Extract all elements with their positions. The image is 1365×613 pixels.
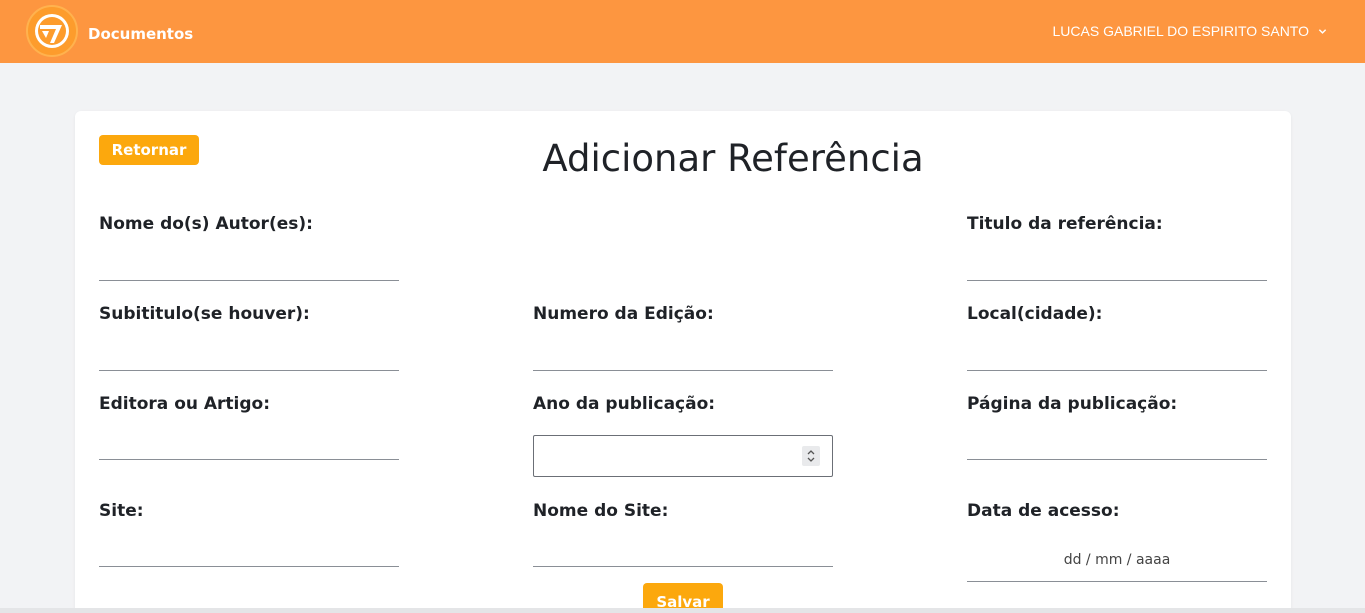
site-input[interactable] [99,533,399,567]
city-label: Local(cidade): [967,304,1103,324]
form-card: Retornar Adicionar Referência Nome do(s)… [75,111,1291,613]
authors-input[interactable] [99,247,399,281]
site-name-label: Nome do Site: [533,501,669,521]
authors-label: Nome do(s) Autor(es): [99,214,313,234]
stepper-arrows-icon [807,450,815,462]
bottom-divider [0,608,1365,613]
site-name-input[interactable] [533,533,833,567]
year-stepper[interactable] [802,446,820,466]
city-input[interactable] [967,337,1267,371]
reference-title-input[interactable] [967,247,1267,281]
page-label: Página da publicação: [967,394,1178,414]
page-title: Adicionar Referência [542,137,924,180]
access-date-label: Data de acesso: [967,501,1120,521]
app-title[interactable]: Documentos [88,25,193,43]
reference-title-label: Titulo da referência: [967,214,1163,234]
user-menu-dropdown[interactable]: LUCAS GABRIEL DO ESPIRITO SANTO [1053,22,1327,40]
subtitle-input[interactable] [99,337,399,371]
edition-label: Numero da Edição: [533,304,714,324]
top-navbar: Documentos LUCAS GABRIEL DO ESPIRITO SAN… [0,0,1365,63]
publisher-label: Editora ou Artigo: [99,394,271,414]
publisher-input[interactable] [99,426,399,460]
subtitle-label: Subititulo(se houver): [99,304,310,324]
year-number-input[interactable] [533,435,833,477]
logo-emblem-icon [35,14,69,48]
user-name: LUCAS GABRIEL DO ESPIRITO SANTO [1052,23,1309,39]
site-label: Site: [99,501,144,521]
edition-input[interactable] [533,337,833,371]
year-label: Ano da publicação: [533,394,716,414]
date-placeholder: dd / mm / aaaa [1063,552,1171,568]
page-input[interactable] [967,426,1267,460]
chevron-down-icon [1318,28,1327,34]
app-logo[interactable] [26,5,78,57]
access-date-input[interactable]: dd / mm / aaaa [967,544,1267,582]
